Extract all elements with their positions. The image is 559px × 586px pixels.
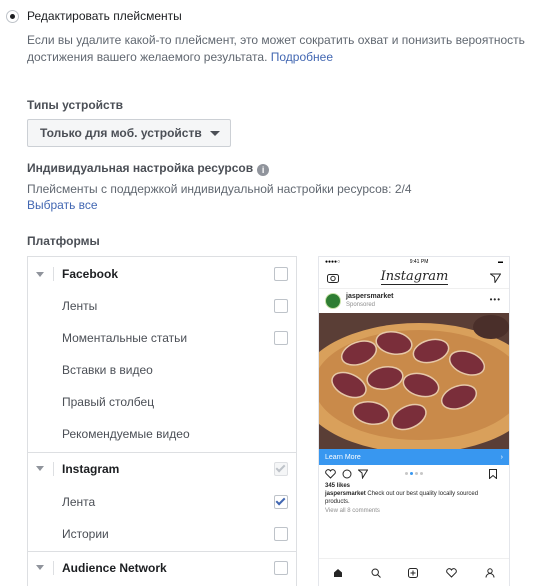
learn-more-cta: Learn More › (319, 449, 509, 465)
asset-customization-supported: Плейсменты с поддержкой индивидуальной н… (27, 182, 412, 196)
post-actions (319, 465, 509, 483)
home-icon (333, 568, 342, 577)
platform-instagram-label: Instagram (62, 461, 120, 476)
placement-facebook-suggested-video[interactable]: Рекомендуемые видео (28, 418, 296, 450)
ad-preview: ●●●●○ 9:41 PM ▬ Instagram jaspersmarket … (318, 256, 510, 586)
platform-audience-network-checkbox[interactable] (274, 560, 288, 575)
placement-label: Ленты (62, 299, 98, 313)
signal-icon: ●●●●○ (325, 259, 341, 265)
add-post-icon (408, 567, 419, 578)
status-time: 9:41 PM (409, 259, 429, 265)
placement-facebook-feeds[interactable]: Ленты (28, 290, 296, 322)
divider (53, 267, 54, 281)
instagram-header: Instagram (319, 267, 509, 289)
divider (53, 461, 54, 476)
placement-description: Если вы удалите какой-то плейсмент, это … (27, 32, 542, 66)
post-image (319, 313, 509, 449)
platforms-title: Платформы (27, 234, 100, 248)
caption-username: jaspersmarket (325, 491, 366, 497)
platform-audience-network-label: Audience Network (62, 560, 167, 575)
platform-facebook-label: Facebook (62, 267, 119, 281)
device-types-selected: Только для моб. устройств (40, 126, 202, 140)
device-types-dropdown[interactable]: Только для моб. устройств (27, 119, 231, 147)
post-caption: jaspersmarket Check out our best quality… (319, 489, 489, 507)
post-author: jaspersmarket Sponsored (346, 293, 393, 309)
platform-audience-network[interactable]: Audience Network (28, 551, 296, 583)
edit-placements-option[interactable]: Редактировать плейсменты (6, 9, 182, 23)
chevron-right-icon: › (500, 453, 503, 461)
placement-facebook-instant-articles[interactable]: Моментальные статьи (28, 322, 296, 354)
battery-icon: ▬ (497, 259, 503, 265)
fig-tart-image (319, 313, 509, 449)
instagram-logo: Instagram (380, 269, 449, 285)
placement-label: Истории (62, 527, 109, 541)
info-icon[interactable]: i (257, 164, 270, 176)
instagram-tab-bar (319, 558, 509, 586)
divider (53, 560, 54, 575)
learn-more-cta-label: Learn More (325, 453, 361, 461)
platform-instagram[interactable]: Instagram (28, 452, 296, 484)
device-types-title: Типы устройств (27, 98, 123, 112)
collapse-triangle-icon[interactable] (36, 565, 44, 570)
share-icon (358, 469, 368, 479)
post-username: jaspersmarket (346, 293, 394, 300)
avatar (325, 293, 341, 309)
placement-label: Вставки в видео (62, 363, 153, 377)
bookmark-icon (489, 469, 497, 479)
search-icon (371, 567, 381, 578)
checkmark-icon (275, 495, 286, 506)
checkmark-icon (275, 462, 286, 472)
placement-label: Рекомендуемые видео (62, 427, 190, 441)
post-header: jaspersmarket Sponsored ••• (319, 289, 509, 313)
placement-facebook-instant-articles-checkbox[interactable] (274, 331, 288, 345)
placement-facebook-right-column[interactable]: Правый столбец (28, 386, 296, 418)
asset-customization-title: Индивидуальная настройка ресурсов i (27, 161, 270, 176)
camera-icon (327, 273, 339, 283)
status-bar: ●●●●○ 9:41 PM ▬ (319, 257, 509, 267)
platform-instagram-checkbox[interactable] (274, 461, 288, 476)
profile-icon (485, 567, 495, 578)
placement-instagram-stories-checkbox[interactable] (274, 527, 288, 541)
placement-facebook-feeds-checkbox[interactable] (274, 299, 288, 313)
edit-placements-radio[interactable] (6, 9, 19, 23)
placement-label: Правый столбец (62, 395, 155, 409)
select-all-link[interactable]: Выбрать все (27, 198, 98, 212)
placement-facebook-in-stream-video[interactable]: Вставки в видео (28, 354, 296, 386)
placement-instagram-feed-checkbox[interactable] (274, 495, 288, 509)
chevron-down-icon (209, 130, 220, 136)
platforms-list: Facebook Ленты Моментальные статьи Встав… (27, 256, 297, 586)
platform-facebook[interactable]: Facebook (28, 258, 296, 290)
heart-icon (325, 469, 336, 479)
learn-more-link[interactable]: Подробнее (271, 50, 333, 64)
collapse-triangle-icon[interactable] (36, 271, 44, 277)
activity-heart-icon (446, 567, 458, 578)
platform-facebook-checkbox[interactable] (274, 267, 288, 281)
placement-instagram-feed[interactable]: Лента (28, 486, 296, 518)
post-sponsored: Sponsored (346, 302, 376, 308)
placement-label: Лента (62, 495, 96, 509)
asset-customization-title-text: Индивидуальная настройка ресурсов (27, 161, 254, 175)
collapse-triangle-icon[interactable] (36, 466, 44, 471)
view-comments: View all 8 comments (325, 508, 380, 514)
comment-icon (342, 469, 352, 479)
placement-label: Моментальные статьи (62, 331, 188, 345)
send-icon (490, 273, 501, 283)
edit-placements-label: Редактировать плейсменты (27, 9, 182, 23)
more-options-icon: ••• (489, 295, 501, 304)
placement-instagram-stories[interactable]: Истории (28, 518, 296, 550)
carousel-dots (405, 472, 423, 475)
